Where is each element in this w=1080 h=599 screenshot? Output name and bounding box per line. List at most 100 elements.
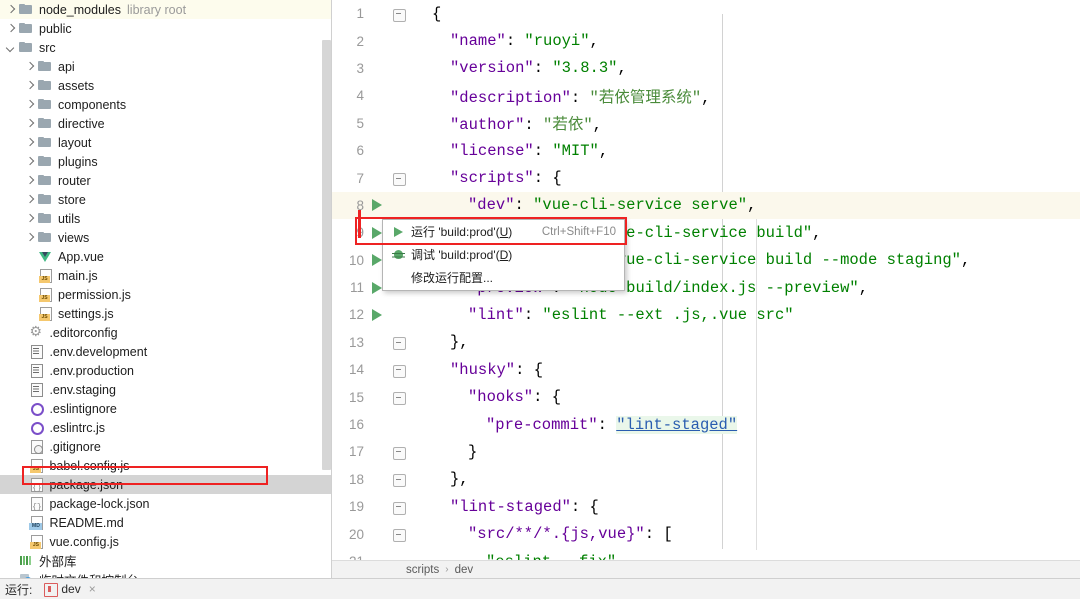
tree-item-[interactable]: 临时文件和控制台	[0, 570, 331, 578]
code-text: "name": "ruoyi",	[410, 32, 599, 50]
tree-item-readme-md[interactable]: README.md	[0, 513, 331, 532]
chevron-right-icon[interactable]	[23, 174, 36, 187]
chevron-right-icon[interactable]	[23, 79, 36, 92]
code-text: "eslint --fix"	[410, 553, 616, 561]
menu-item-debug[interactable]: 调试 'build:prod'(D)	[383, 243, 624, 266]
breadcrumb-item[interactable]: scripts	[406, 564, 439, 576]
tree-item-app-vue[interactable]: App.vue	[0, 247, 331, 266]
tree-item-babel-config-js[interactable]: babel.config.js	[0, 456, 331, 475]
code-line[interactable]: 2 "name": "ruoyi",	[332, 27, 1080, 54]
tree-item-permission-js[interactable]: permission.js	[0, 285, 331, 304]
code-line[interactable]: 15 "hooks": {	[332, 383, 1080, 410]
chevron-right-icon[interactable]	[4, 3, 17, 16]
folder-icon	[37, 116, 53, 131]
code-line[interactable]: 3 "version": "3.8.3",	[332, 55, 1080, 82]
tree-item-package-json[interactable]: package.json	[0, 475, 331, 494]
code-line[interactable]: 19 "lint-staged": {	[332, 493, 1080, 520]
close-icon[interactable]: ×	[89, 582, 96, 596]
code-line[interactable]: 1{	[332, 0, 1080, 27]
chevron-right-icon[interactable]	[4, 22, 17, 35]
code-text: "husky": {	[410, 361, 543, 379]
code-line[interactable]: 7 "scripts": {	[332, 164, 1080, 191]
tree-item-eslintrc-js[interactable]: .eslintrc.js	[0, 418, 331, 437]
chevron-right-icon[interactable]	[23, 98, 36, 111]
code-line[interactable]: 8 "dev": "vue-cli-service serve",	[332, 191, 1080, 220]
tree-item-eslintignore[interactable]: .eslintignore	[0, 399, 331, 418]
chevron-right-icon[interactable]	[23, 117, 36, 130]
editor-left-red-marker	[358, 210, 361, 238]
tree-item-directive[interactable]: directive	[0, 114, 331, 133]
run-context-menu[interactable]: 运行 'build:prod'(U) Ctrl+Shift+F10 调试 'buil…	[382, 219, 625, 291]
code-token-punc: ,	[598, 141, 609, 160]
code-line[interactable]: 21"eslint --fix"	[332, 548, 1080, 561]
line-number: 12	[348, 307, 364, 323]
code-line[interactable]: 16 "pre-commit": "lint-staged"	[332, 411, 1080, 438]
breadcrumb[interactable]: scripts › dev	[332, 560, 1080, 578]
chevron-down-icon[interactable]	[4, 41, 17, 54]
code-token-punc: ,	[617, 59, 627, 78]
tree-item-plugins[interactable]: plugins	[0, 152, 331, 171]
chevron-right-icon[interactable]	[23, 60, 36, 73]
tree-item-store[interactable]: store	[0, 190, 331, 209]
chevron-right-icon[interactable]	[23, 212, 36, 225]
tree-item-label: .env.staging	[49, 382, 116, 397]
code-token-key: "husky"	[450, 360, 516, 379]
tree-item-editorconfig[interactable]: .editorconfig	[0, 323, 331, 342]
tree-item-label: permission.js	[58, 287, 131, 302]
run-tab-dev[interactable]: dev ×	[44, 582, 96, 597]
tree-item-views[interactable]: views	[0, 228, 331, 247]
tree-item-env-production[interactable]: .env.production	[0, 361, 331, 380]
tree-item-label: .eslintrc.js	[49, 420, 106, 435]
folder-icon	[18, 40, 34, 55]
tree-item-node-modules[interactable]: node_modules library root	[0, 0, 331, 19]
tree-item-settings-js[interactable]: settings.js	[0, 304, 331, 323]
menu-item-run[interactable]: 运行 'build:prod'(U) Ctrl+Shift+F10	[383, 220, 624, 243]
tree-item-gitignore[interactable]: .gitignore	[0, 437, 331, 456]
code-token-key: "scripts"	[450, 169, 534, 188]
tree-item-package-lock-json[interactable]: package-lock.json	[0, 494, 331, 513]
code-line[interactable]: 18},	[332, 466, 1080, 493]
tree-item-assets[interactable]: assets	[0, 76, 331, 95]
tree-item-router[interactable]: router	[0, 171, 331, 190]
tree-item-utils[interactable]: utils	[0, 209, 331, 228]
code-line[interactable]: 4 "description": "若依管理系统",	[332, 82, 1080, 109]
tree-item-api[interactable]: api	[0, 57, 331, 76]
tree-item-label: .eslintignore	[49, 401, 117, 416]
tree-item-layout[interactable]: layout	[0, 133, 331, 152]
tree-item-[interactable]: 外部库	[0, 551, 331, 570]
code-line[interactable]: 14 "husky": {	[332, 356, 1080, 383]
tree-item-main-js[interactable]: main.js	[0, 266, 331, 285]
tree-item-label: .env.development	[49, 344, 148, 359]
tree-item-components[interactable]: components	[0, 95, 331, 114]
breadcrumb-item[interactable]: dev	[455, 564, 474, 576]
code-token-key: "src/**/*.{js,vue}"	[468, 525, 645, 544]
tree-item-public[interactable]: public	[0, 19, 331, 38]
code-line[interactable]: 20 "src/**/*.{js,vue}": [	[332, 520, 1080, 547]
folder-icon	[37, 78, 53, 93]
code-line[interactable]: 13},	[332, 329, 1080, 356]
menu-item-edit-config[interactable]: 修改运行配置...	[383, 266, 624, 289]
chevron-right-icon[interactable]	[23, 136, 36, 149]
project-tree-scrollbar[interactable]	[322, 40, 331, 470]
code-text: {	[410, 5, 441, 23]
code-line[interactable]: 17}	[332, 438, 1080, 465]
project-tree-panel[interactable]: node_modules library root public src api asse…	[0, 0, 331, 578]
chevron-right-icon[interactable]	[23, 231, 36, 244]
tree-item-vue-config-js[interactable]: vue.config.js	[0, 532, 331, 551]
code-line[interactable]: 5 "author": "若依",	[332, 110, 1080, 137]
ide-window: node_modules library root public src api asse…	[0, 0, 1080, 599]
code-token-punc: : {	[533, 388, 562, 407]
eslint-icon	[28, 420, 45, 435]
code-token-punc: :	[514, 196, 534, 215]
line-number: 7	[356, 170, 364, 186]
chevron-right-icon[interactable]	[23, 193, 36, 206]
code-line[interactable]: 6 "license": "MIT",	[332, 137, 1080, 164]
code-line[interactable]: 12 "lint": "eslint --ext .js,.vue src"	[332, 301, 1080, 328]
code-token-str: "eslint --ext .js,.vue src"	[542, 305, 794, 324]
tree-item-src[interactable]: src	[0, 38, 331, 57]
tree-item-env-development[interactable]: .env.development	[0, 342, 331, 361]
tree-item-env-staging[interactable]: .env.staging	[0, 380, 331, 399]
chevron-right-icon[interactable]	[23, 155, 36, 168]
